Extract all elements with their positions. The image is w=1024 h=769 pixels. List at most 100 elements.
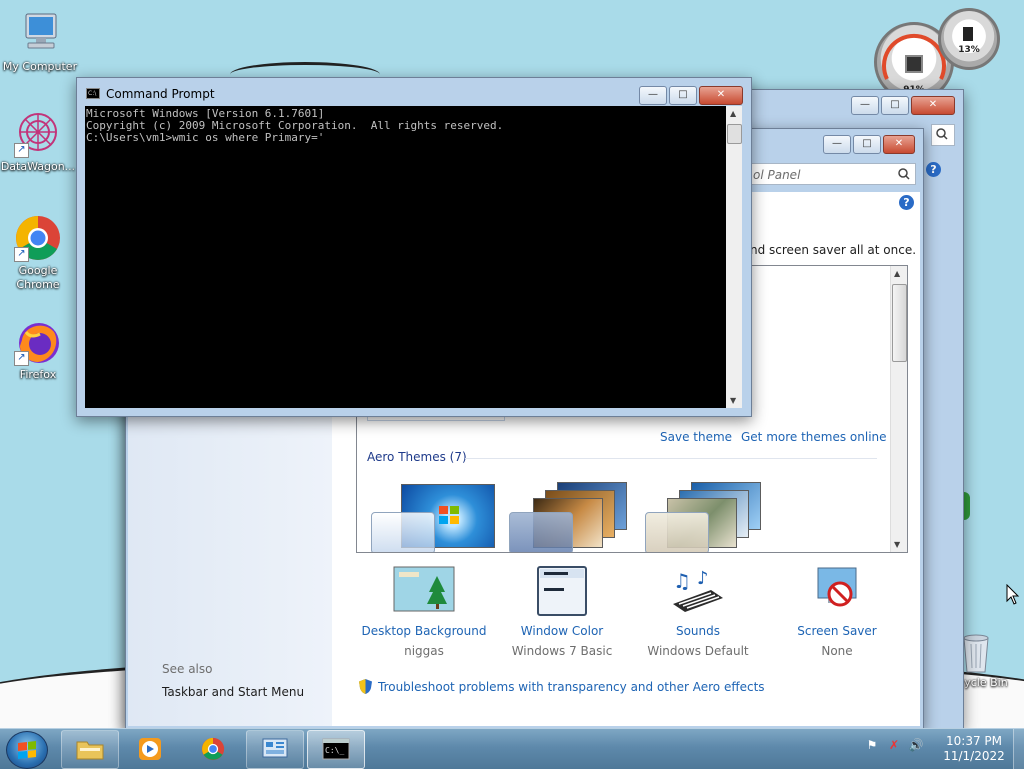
section-divider — [465, 458, 877, 459]
ram-gauge: 13% — [938, 8, 1000, 70]
taskbar-explorer-button[interactable] — [61, 730, 119, 769]
taskbar: C:\_ ⚑ ✗ 🔊 10:37 PM 11/1/2022 — [0, 728, 1024, 769]
glass-color-swatch — [371, 512, 435, 552]
window-controls: — □ ✕ — [639, 86, 743, 105]
system-tray: ⚑ ✗ 🔊 — [864, 737, 924, 753]
cpu-meter-gadget[interactable]: 91% 13% — [872, 8, 1002, 102]
desktop-icon-my-computer[interactable]: My Computer — [2, 10, 78, 74]
console-output[interactable]: Microsoft Windows [Version 6.1.7601] Copy… — [85, 106, 726, 408]
desktop-icon-label: Firefox — [19, 368, 57, 381]
desktop-background-value: niggas — [404, 644, 444, 658]
help-icon[interactable]: ? — [926, 162, 941, 177]
svg-text:♪: ♪ — [697, 568, 709, 589]
search-icon[interactable] — [931, 124, 955, 146]
see-also-heading: See also — [162, 662, 213, 676]
command-prompt-icon: C:\ — [86, 88, 100, 99]
network-icon[interactable]: ✗ — [886, 737, 902, 753]
action-center-icon[interactable]: ⚑ — [864, 737, 880, 753]
window-color-label: Window Color — [520, 624, 604, 638]
close-button[interactable]: ✕ — [911, 96, 955, 115]
desktop-background-label: Desktop Background — [361, 624, 487, 638]
window-color-item[interactable]: Window Color Windows 7 Basic — [492, 566, 632, 658]
save-theme-link[interactable]: Save theme — [660, 430, 732, 444]
svg-text:C:\_: C:\_ — [325, 746, 344, 755]
command-prompt-icon: C:\_ — [322, 738, 350, 760]
theme-windows-7[interactable] — [371, 482, 497, 552]
desktop-icon-label: DataWagon... — [0, 160, 76, 173]
personalization-description: nd screen saver all at once. — [750, 243, 917, 257]
windows-logo-icon — [18, 741, 36, 759]
sounds-item[interactable]: ♫ ♪ Sounds Windows Default — [628, 566, 768, 658]
firefox-icon: ↗ — [14, 318, 62, 366]
svg-text:♫: ♫ — [673, 569, 691, 593]
desktop-icon-datawagon[interactable]: ↗ DataWagon... — [0, 110, 76, 174]
desktop-background-icon — [393, 566, 455, 616]
shortcut-arrow-icon: ↗ — [14, 247, 29, 262]
get-more-themes-link[interactable]: Get more themes online — [741, 430, 887, 444]
shortcut-arrow-icon: ↗ — [14, 143, 29, 158]
sounds-label: Sounds — [675, 624, 721, 638]
troubleshoot-label: Troubleshoot problems with transparency … — [378, 680, 765, 694]
search-control-panel-input[interactable]: ol Panel — [748, 163, 916, 185]
theme-nature[interactable] — [643, 482, 769, 552]
close-button[interactable]: ✕ — [883, 135, 915, 154]
troubleshoot-link[interactable]: Troubleshoot problems with transparency … — [358, 679, 765, 694]
search-icon — [898, 168, 910, 180]
command-prompt-window: C:\ Command Prompt — □ ✕ Microsoft Windo… — [76, 77, 752, 417]
aero-themes-header: Aero Themes (7) — [367, 450, 467, 464]
scroll-down-icon[interactable]: ▼ — [894, 540, 900, 549]
media-player-icon — [139, 738, 161, 760]
console-line: C:\Users\vm1>wmic os where Primary=' — [86, 131, 325, 144]
windows-logo-icon — [439, 506, 459, 524]
window-controls: — □ ✕ — [823, 135, 915, 154]
close-button[interactable]: ✕ — [699, 86, 743, 105]
taskbar-control-panel-button[interactable] — [246, 730, 304, 769]
scrollbar-thumb[interactable] — [892, 284, 907, 362]
scroll-up-icon[interactable]: ▲ — [730, 109, 736, 118]
volume-icon[interactable]: 🔊 — [908, 737, 924, 753]
maximize-button[interactable]: □ — [881, 96, 909, 115]
maximize-button[interactable]: □ — [853, 135, 881, 154]
desktop-icon-firefox[interactable]: ↗ Firefox — [0, 318, 76, 382]
desktop-icon-label: Google Chrome — [16, 264, 60, 291]
screen-saver-label: Screen Saver — [797, 624, 877, 638]
minimize-button[interactable]: — — [823, 135, 851, 154]
console-scrollbar[interactable]: ▲ ▼ — [726, 106, 742, 408]
taskbar-start-menu-link[interactable]: Taskbar and Start Menu — [162, 685, 304, 699]
computer-icon — [16, 10, 64, 58]
glass-color-swatch — [509, 512, 573, 552]
file-explorer-icon — [76, 741, 104, 760]
sounds-value: Windows Default — [647, 644, 749, 658]
window-color-icon — [531, 566, 593, 616]
desktop-background-item[interactable]: Desktop Background niggas — [354, 566, 494, 658]
desktop-icon-google-chrome[interactable]: ↗ Google Chrome — [0, 214, 76, 292]
start-button[interactable] — [6, 731, 48, 769]
screen-saver-item[interactable]: Screen Saver None — [767, 566, 907, 658]
chrome-icon: ↗ — [14, 214, 62, 262]
window-controls: — □ ✕ — [851, 96, 955, 115]
ram-value: 13% — [958, 45, 980, 55]
help-icon[interactable]: ? — [899, 195, 914, 210]
window-title: Command Prompt — [106, 87, 215, 101]
theme-architecture[interactable] — [507, 482, 633, 552]
search-placeholder: ol Panel — [753, 168, 801, 182]
show-desktop-button[interactable] — [1013, 729, 1024, 769]
glass-color-swatch — [645, 512, 709, 552]
system-clock[interactable]: 10:37 PM 11/1/2022 — [936, 734, 1012, 764]
taskbar-chrome-button[interactable] — [184, 730, 242, 769]
taskbar-media-player-button[interactable] — [121, 730, 179, 769]
window-color-value: Windows 7 Basic — [511, 644, 613, 658]
minimize-button[interactable]: — — [639, 86, 667, 105]
clock-date: 11/1/2022 — [943, 749, 1005, 763]
themes-scrollbar[interactable]: ▲ ▼ — [890, 266, 907, 552]
memory-icon — [963, 27, 973, 41]
taskbar-command-prompt-button[interactable]: C:\_ — [307, 730, 365, 769]
screen-saver-icon — [806, 566, 868, 616]
shortcut-arrow-icon: ↗ — [14, 351, 29, 366]
scroll-up-icon[interactable]: ▲ — [894, 269, 900, 278]
maximize-button[interactable]: □ — [669, 86, 697, 105]
scroll-down-icon[interactable]: ▼ — [730, 396, 736, 405]
control-panel-icon — [262, 738, 288, 758]
scrollbar-thumb[interactable] — [727, 124, 742, 144]
minimize-button[interactable]: — — [851, 96, 879, 115]
